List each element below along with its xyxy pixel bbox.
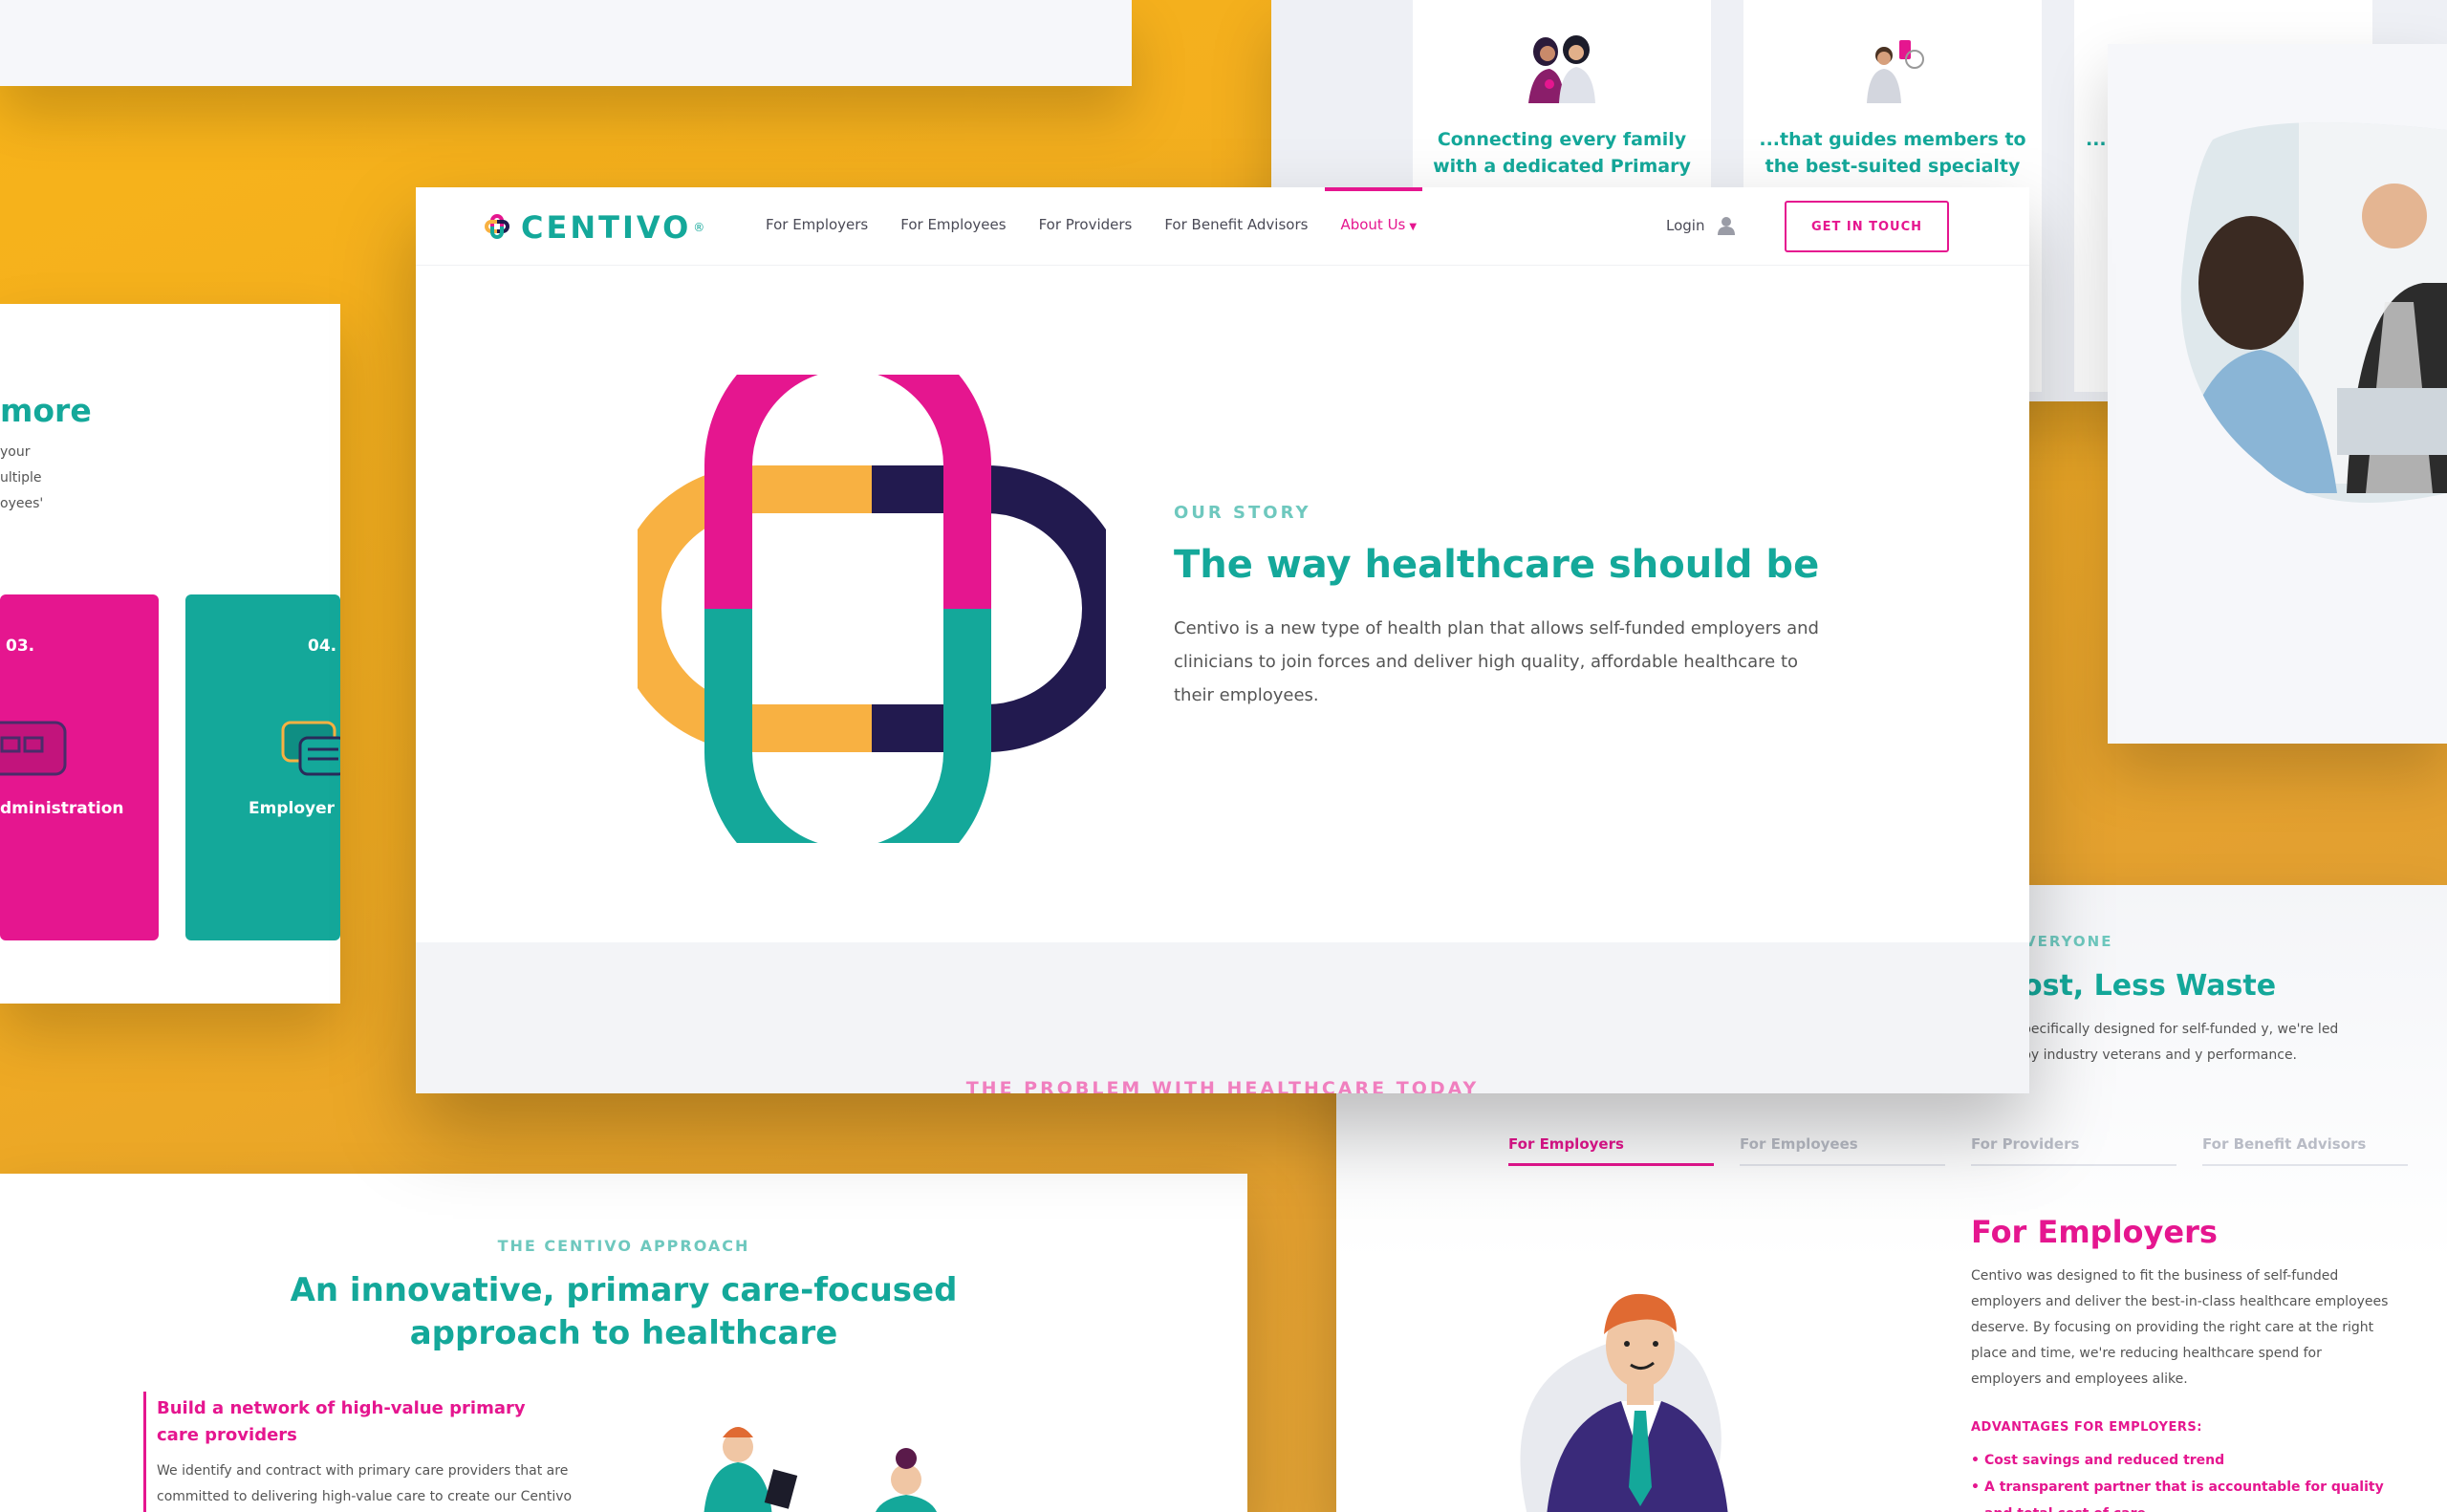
list-accent-bar xyxy=(143,1392,146,1512)
brand-name: CENTIVO xyxy=(521,209,692,246)
description-line: ultiple xyxy=(0,470,42,486)
people-meeting-photo xyxy=(2180,122,2447,503)
nav-for-employers[interactable]: For Employers xyxy=(766,216,868,233)
advantage-item: Cost savings and reduced trend xyxy=(1971,1447,2392,1474)
two-women-icon xyxy=(1528,35,1595,103)
registered-mark: ® xyxy=(693,221,705,234)
background-card-top-left xyxy=(0,0,1132,86)
step-number: 04. xyxy=(308,637,337,656)
nav-about-us[interactable]: About Us ▼ xyxy=(1325,187,1422,233)
user-icon xyxy=(1718,217,1736,235)
hero-body: Centivo is a new type of health plan tha… xyxy=(1174,618,1819,705)
section-eyebrow: THE PROBLEM WITH HEALTHCARE TODAY xyxy=(965,1078,1480,1093)
description-line: oyees' xyxy=(0,496,44,511)
get-in-touch-button[interactable]: GET IN TOUCH xyxy=(1785,201,1949,252)
doctor-phone-icon xyxy=(1867,40,1924,103)
section-eyebrow: VERYONE xyxy=(2025,933,2113,950)
tab-for-providers[interactable]: For Providers xyxy=(1971,1135,2176,1166)
step-tile-04[interactable]: 04. Employer S xyxy=(185,594,340,940)
section-description: pecifically designed for self-funded y, … xyxy=(2023,1022,2339,1063)
section-heading: more xyxy=(0,392,92,429)
nav-for-employees[interactable]: For Employees xyxy=(900,216,1006,233)
employers-title: For Employers xyxy=(1971,1214,2218,1250)
top-navigation: CENTIVO ® For Employers For Employees Fo… xyxy=(416,187,2029,266)
employer-support-icon xyxy=(281,721,340,776)
nav-about-us-label: About Us xyxy=(1340,216,1406,233)
process-card: more your ultiple oyees' 03. dministrati… xyxy=(0,304,340,1004)
login-label: Login xyxy=(1666,217,1705,234)
section-heading: ost, Less Waste xyxy=(2023,969,2277,1003)
hero-title: The way healthcare should be xyxy=(1174,543,1820,587)
advantages-list: Cost savings and reduced trend A transpa… xyxy=(1971,1447,2392,1512)
audience-tabs: For Employers For Employees For Provider… xyxy=(1508,1135,2426,1166)
login-link[interactable]: Login xyxy=(1666,216,1736,235)
centivo-logo[interactable]: CENTIVO ® xyxy=(483,208,704,247)
administration-icon xyxy=(0,721,67,776)
nav-for-benefit-advisors[interactable]: For Benefit Advisors xyxy=(1164,216,1308,233)
section-eyebrow: THE CENTIVO APPROACH xyxy=(497,1237,750,1255)
advantages-title: ADVANTAGES FOR EMPLOYERS: xyxy=(1971,1420,2202,1435)
tab-for-employers[interactable]: For Employers xyxy=(1508,1135,1714,1166)
main-nav: For Employers For Employees For Provider… xyxy=(766,187,1449,233)
step-label: Employer S xyxy=(249,799,340,818)
tab-for-employees[interactable]: For Employees xyxy=(1740,1135,1945,1166)
employer-man-illustration xyxy=(1520,1293,1728,1512)
step-number: 03. xyxy=(6,637,35,656)
photo-card xyxy=(2108,44,2447,744)
employers-body: Centivo was designed to fit the business… xyxy=(1971,1268,2389,1387)
feature-text: ...that guides members to the best-suite… xyxy=(1759,129,2026,177)
description-line: your xyxy=(0,444,31,460)
list-item-title: Build a network of high-value primary ca… xyxy=(157,1398,526,1445)
section-title: An innovative, primary care-focused appr… xyxy=(290,1271,958,1352)
centivo-logo-icon xyxy=(485,214,509,239)
problem-section: THE PROBLEM WITH HEALTHCARE TODAY xyxy=(416,942,2029,1093)
advantage-item: A transparent partner that is accountabl… xyxy=(1971,1474,2392,1512)
list-item-body: We identify and contract with primary ca… xyxy=(157,1463,573,1504)
step-tile-03[interactable]: 03. dministration xyxy=(0,594,159,940)
chevron-down-icon: ▼ xyxy=(1409,222,1418,232)
section-description: your ultiple oyees' xyxy=(0,440,57,517)
about-us-page: CENTIVO ® For Employers For Employees Fo… xyxy=(416,187,2029,1093)
centivo-hero-logo xyxy=(638,375,1106,843)
approach-card: THE CENTIVO APPROACH An innovative, prim… xyxy=(0,1174,1247,1512)
step-label: dministration xyxy=(0,799,124,818)
nav-for-providers[interactable]: For Providers xyxy=(1039,216,1133,233)
tab-for-benefit-advisors[interactable]: For Benefit Advisors xyxy=(2202,1135,2408,1166)
feature-text: Connecting every family with a dedicated… xyxy=(1433,129,1691,177)
care-providers-illustration xyxy=(704,1427,937,1512)
hero-eyebrow: OUR STORY xyxy=(1174,503,1311,523)
